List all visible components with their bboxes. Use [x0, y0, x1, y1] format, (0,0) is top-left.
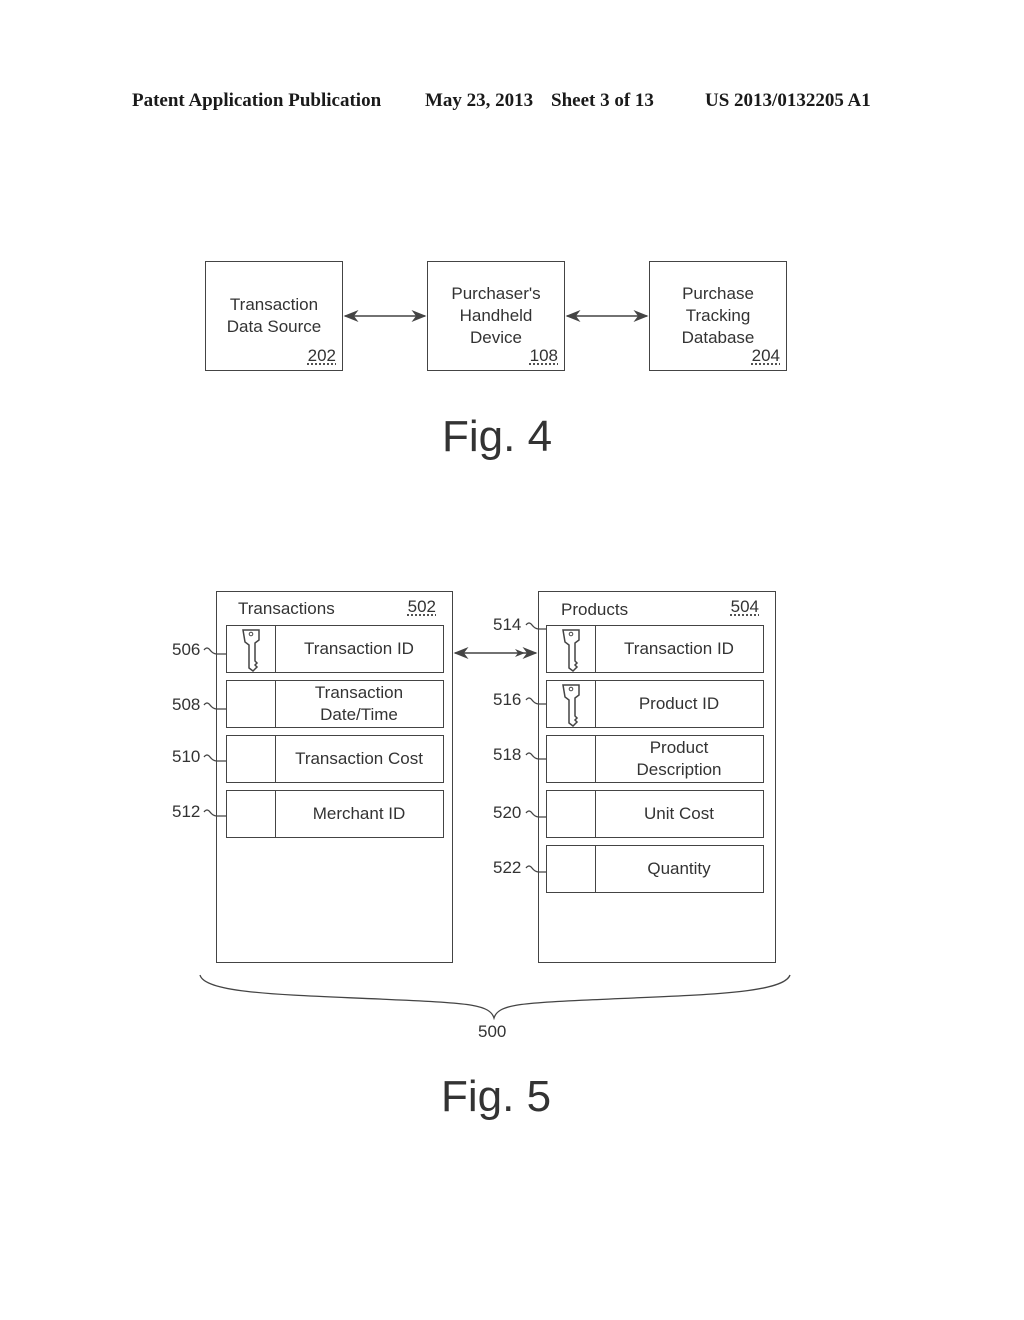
leader-512	[203, 809, 226, 817]
leader-522	[525, 865, 546, 873]
brace-500	[199, 974, 791, 1021]
leader-514	[525, 622, 546, 630]
leader-506	[203, 647, 226, 655]
leader-520	[525, 810, 546, 818]
leader-518	[525, 752, 546, 760]
leader-508	[203, 702, 226, 710]
leader-510	[203, 754, 226, 762]
connectors-layer	[199, 310, 791, 1021]
leader-516	[525, 697, 546, 705]
